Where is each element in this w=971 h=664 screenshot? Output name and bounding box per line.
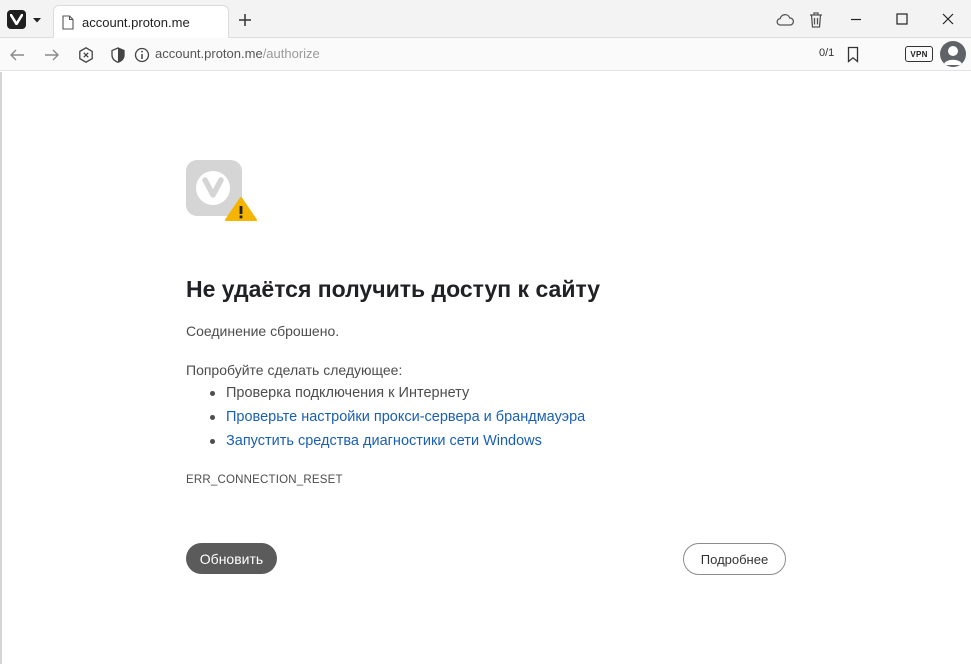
url-field[interactable]: account.proton.me/authorize xyxy=(155,46,320,61)
tab-title: account.proton.me xyxy=(82,14,190,30)
suggestion-run-diagnostics-link[interactable]: Запустить средства диагностики сети Wind… xyxy=(209,433,585,457)
window-edge xyxy=(0,72,2,664)
arrow-left-icon[interactable] xyxy=(8,46,26,64)
chevron-down-icon[interactable] xyxy=(30,15,44,25)
avatar[interactable] xyxy=(940,41,966,67)
close-circle-icon[interactable] xyxy=(77,46,95,64)
warning-icon xyxy=(186,160,257,221)
error-page: Не удаётся получить доступ к сайту Соеди… xyxy=(0,72,971,664)
suggestions-heading: Попробуйте сделать следующее: xyxy=(186,362,403,378)
url-domain: account.proton.me xyxy=(155,46,263,61)
shield-icon[interactable] xyxy=(109,46,127,64)
vivaldi-icon xyxy=(10,14,23,25)
trash-icon[interactable] xyxy=(806,10,826,30)
vpn-button[interactable]: VPN xyxy=(905,46,933,62)
minimize-button[interactable] xyxy=(848,11,864,27)
details-button[interactable]: Подробнее xyxy=(683,543,786,575)
reload-button[interactable]: Обновить xyxy=(186,543,277,574)
page-title: Не удаётся получить доступ к сайту xyxy=(186,276,601,302)
address-bar: account.proton.me/authorize 0/1 VPN xyxy=(0,38,971,71)
find-count: 0/1 xyxy=(819,47,835,59)
error-code: ERR_CONNECTION_RESET xyxy=(186,474,343,486)
tab-active[interactable]: account.proton.me xyxy=(53,5,229,38)
page-icon xyxy=(62,14,74,30)
suggestions-list: Проверка подключения к Интернету Проверь… xyxy=(209,385,585,457)
info-icon[interactable] xyxy=(133,46,151,64)
suggestion-check-connection: Проверка подключения к Интернету xyxy=(209,385,585,409)
maximize-button[interactable] xyxy=(894,11,910,27)
new-tab-button[interactable] xyxy=(237,12,253,28)
suggestion-check-proxy-link[interactable]: Проверьте настройки прокси-сервера и бра… xyxy=(209,409,585,433)
bookmark-icon[interactable] xyxy=(846,46,860,63)
arrow-right-icon[interactable] xyxy=(43,46,61,64)
user-icon xyxy=(943,46,963,65)
url-path: /authorize xyxy=(262,46,320,61)
close-window-button[interactable] xyxy=(940,11,956,27)
vivaldi-menu-button[interactable] xyxy=(7,10,26,29)
error-subtitle: Соединение сброшено. xyxy=(186,323,340,339)
cloud-icon[interactable] xyxy=(775,10,795,30)
tab-bar: account.proton.me xyxy=(0,0,971,38)
